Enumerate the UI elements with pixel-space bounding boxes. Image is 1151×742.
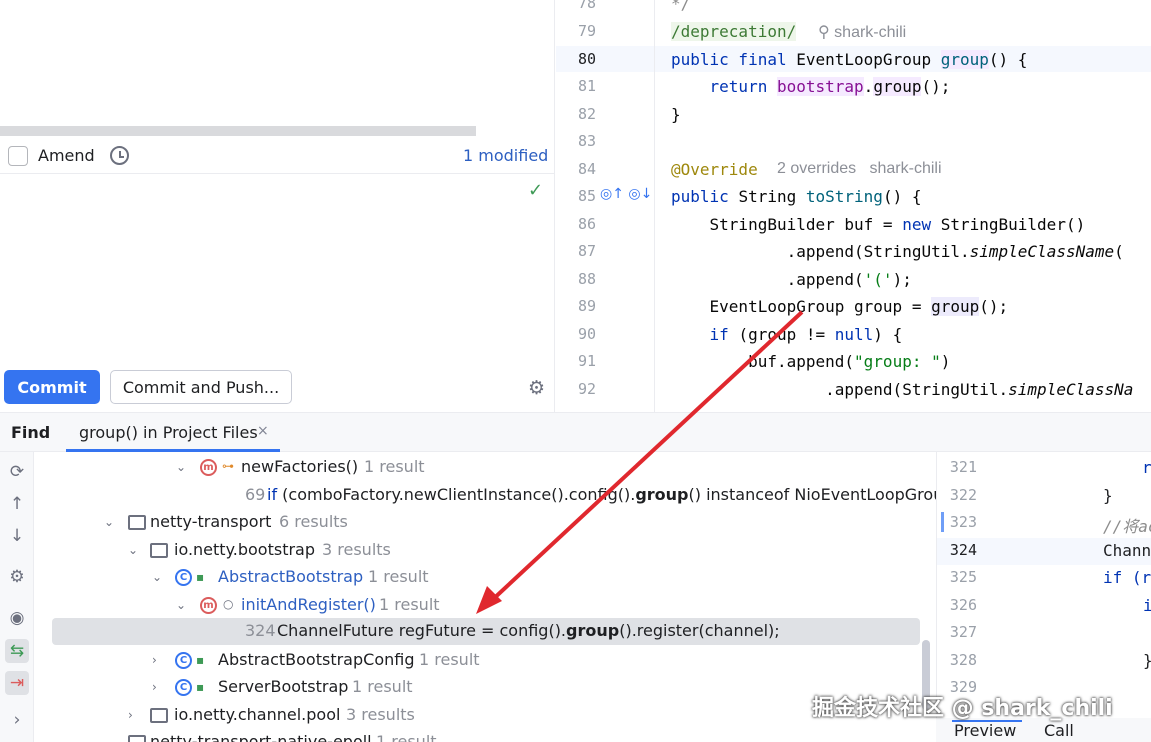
arrow-line — [488, 310, 804, 604]
arrow-head — [476, 586, 502, 614]
annotation-arrow — [476, 310, 804, 614]
watermark: 掘金技术社区 @ shark_chili — [812, 696, 1113, 721]
